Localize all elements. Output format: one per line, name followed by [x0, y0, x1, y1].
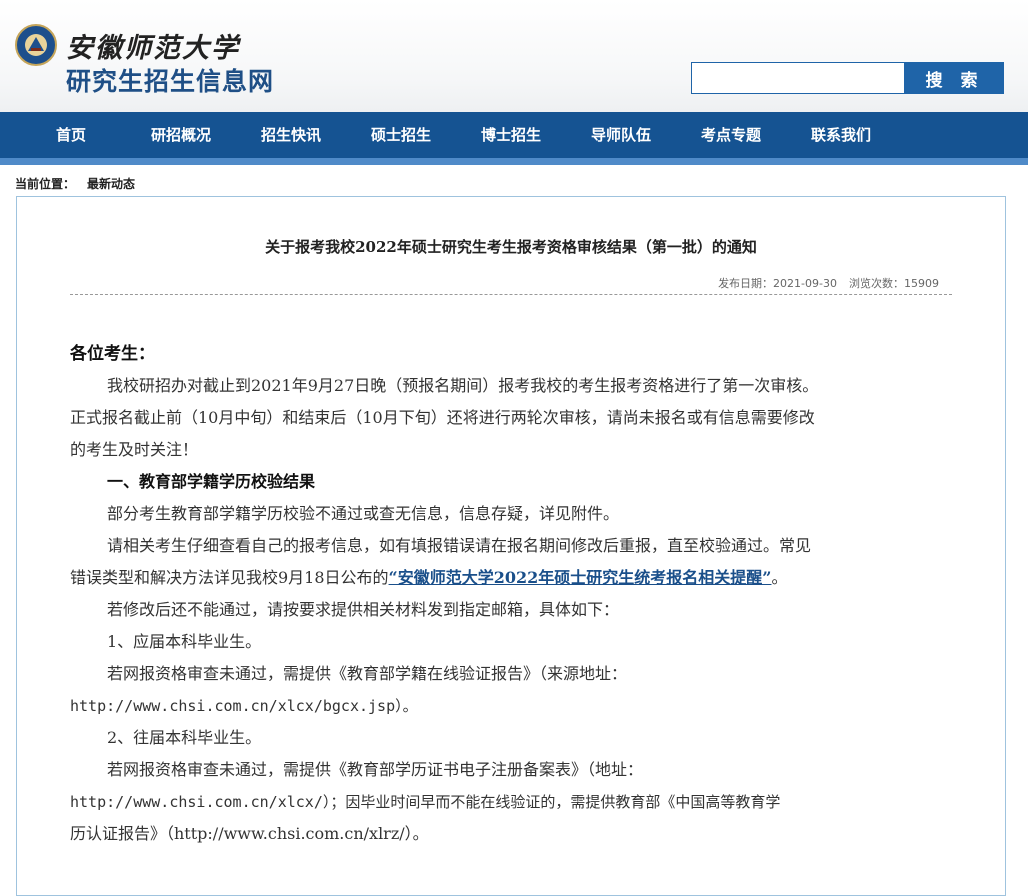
publish-date: 发布日期：2021-09-30 — [718, 277, 837, 290]
article-body: 各位考生： 我校研招办对截止到2021年9月27日晚（预报名期间）报考我校的考生… — [70, 338, 960, 850]
breadcrumb-label: 当前位置： — [15, 177, 76, 191]
nav-item-supervisors[interactable]: 导师队伍 — [591, 112, 651, 158]
nav-item-news[interactable]: 招生快讯 — [261, 112, 321, 158]
paragraph-line: 的考生及时关注！ — [70, 440, 199, 459]
nav-item-contact[interactable]: 联系我们 — [811, 112, 871, 158]
university-seal-logo[interactable] — [15, 24, 57, 66]
nav-item-exam-site[interactable]: 考点专题 — [701, 112, 761, 158]
paragraph-line: 若网报资格审查未通过，需提供《教育部学历证书电子注册备案表》（地址： — [107, 760, 644, 779]
paragraph-line: 我校研招办对截止到2021年9月27日晚（预报名期间）报考我校的考生报考资格进行… — [107, 376, 819, 395]
greeting: 各位考生： — [70, 344, 155, 364]
school-name[interactable]: 安徽师范大学 — [66, 26, 240, 65]
search-input[interactable] — [691, 62, 905, 94]
paragraph-line: 错误类型和解决方法详见我校9月18日公布的“安徽师范大学2022年硕士研究生统考… — [70, 562, 960, 594]
breadcrumb: 当前位置： 最新动态 — [15, 175, 135, 192]
paragraph-line: 正式报名截止前（10月中旬）和结束后（10月下旬）还将进行两轮次审核，请尚未报名… — [70, 408, 815, 427]
nav-accent-bar — [0, 158, 1028, 165]
search-button[interactable]: 搜 索 — [905, 62, 1004, 94]
site-header: 安徽师范大学 研究生招生信息网 搜 索 — [0, 0, 1028, 112]
nav-item-home[interactable]: 首页 — [56, 112, 86, 158]
nav-item-master[interactable]: 硕士招生 — [371, 112, 431, 158]
nav-item-overview[interactable]: 研招概况 — [151, 112, 211, 158]
url-text: http://www.chsi.com.cn/xlcx/bgcx.jsp）。 — [70, 697, 418, 715]
paragraph-line: 请相关考生仔细查看自己的报考信息，如有填报错误请在报名期间修改后重报，直至校验通… — [107, 536, 812, 555]
view-count: 浏览次数：15909 — [849, 277, 939, 290]
paragraph-line: 历认证报告》（http://www.chsi.com.cn/xlrz/）。 — [70, 824, 429, 843]
paragraph-line: 若修改后还不能通过，请按要求提供相关材料发到指定邮箱，具体如下： — [107, 600, 620, 619]
reminder-link[interactable]: “安徽师范大学2022年硕士研究生统考报名相关提醒” — [389, 568, 772, 587]
main-nav: 首页 研招概况 招生快讯 硕士招生 博士招生 导师队伍 考点专题 联系我们 — [0, 112, 1028, 158]
article-title: 关于报考我校2022年硕士研究生考生报考资格审核结果（第一批）的通知 — [265, 238, 757, 256]
section-heading: 一、教育部学籍学历校验结果 — [107, 472, 316, 491]
paragraph-line: 若网报资格审查未通过，需提供《教育部学籍在线验证报告》（来源地址： — [107, 664, 628, 683]
article-meta: 发布日期：2021-09-30 浏览次数：15909 — [718, 275, 939, 291]
url-text: http://www.chsi.com.cn/xlcx/）；因毕业时间早而不能在… — [70, 793, 781, 811]
paragraph-text: 错误类型和解决方法详见我校9月18日公布的 — [70, 568, 389, 587]
paragraph-line: 部分考生教育部学籍学历校验不通过或查无信息，信息存疑，详见附件。 — [107, 504, 620, 523]
breadcrumb-current[interactable]: 最新动态 — [87, 177, 135, 191]
nav-item-doctor[interactable]: 博士招生 — [481, 112, 541, 158]
paragraph-text: 。 — [771, 568, 788, 587]
list-item-heading: 2、往届本科毕业生。 — [107, 728, 262, 747]
site-name[interactable]: 研究生招生信息网 — [66, 62, 274, 98]
list-item-heading: 1、应届本科毕业生。 — [107, 632, 262, 651]
title-divider — [70, 294, 952, 295]
